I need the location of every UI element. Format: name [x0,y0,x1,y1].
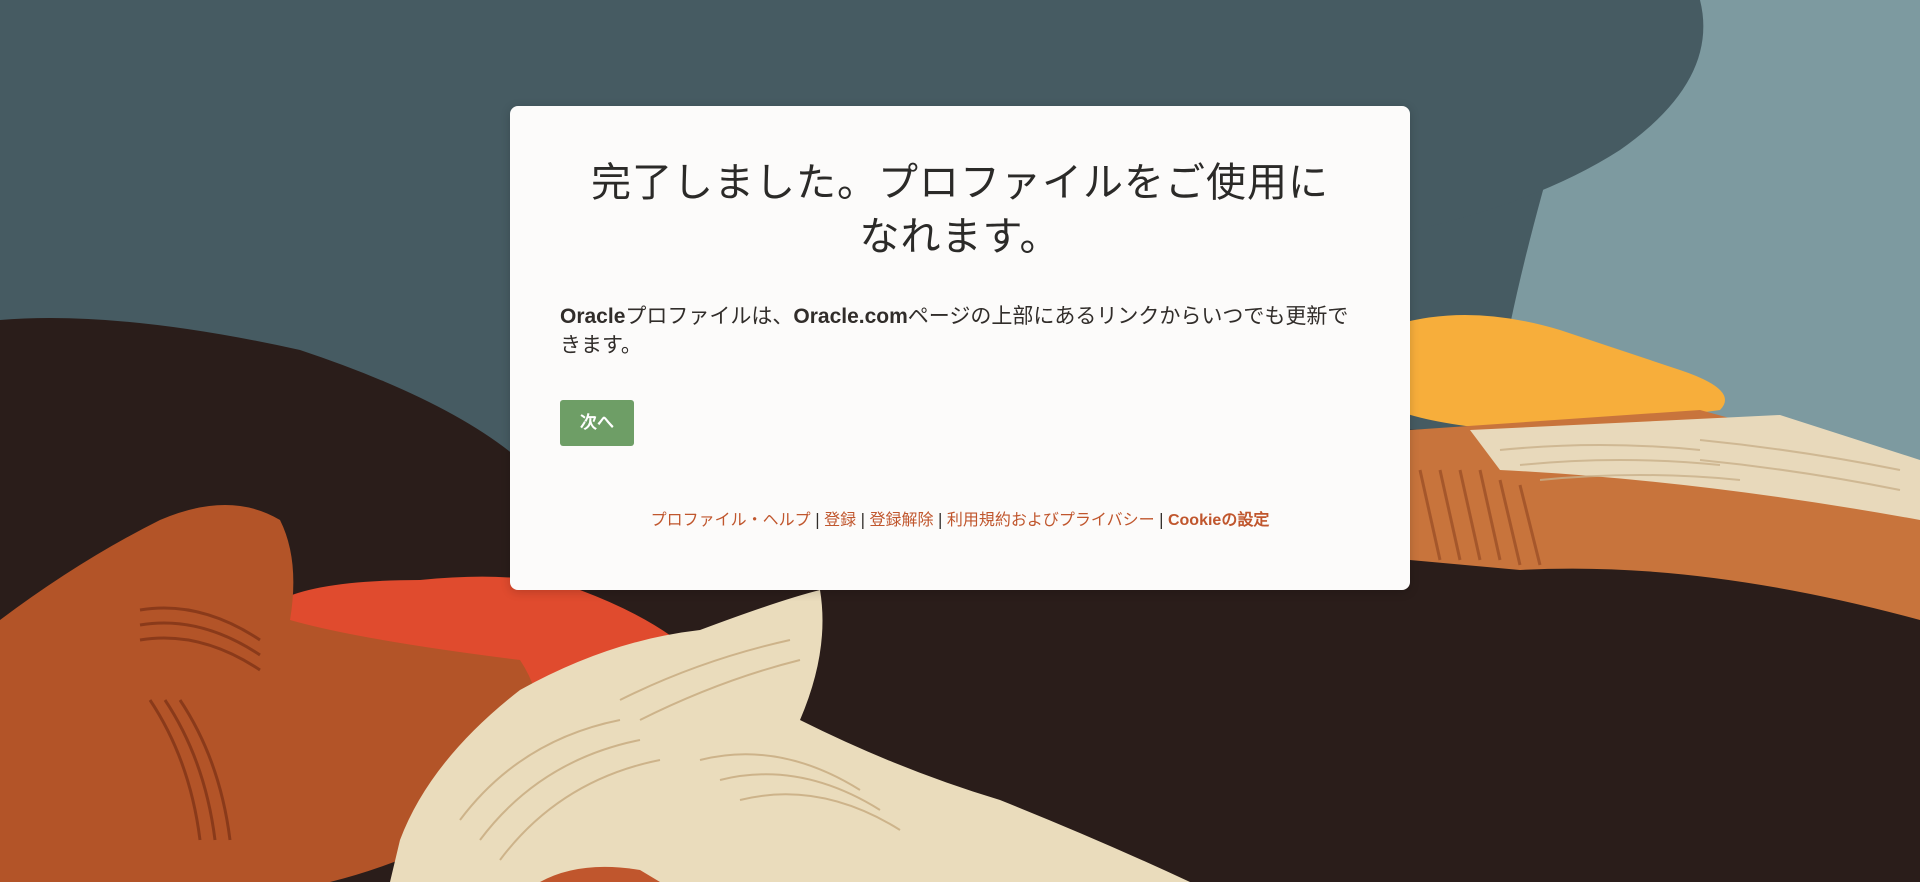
card-description: Oracleプロファイルは、Oracle.comページの上部にあるリンクからいつ… [560,302,1360,360]
link-terms-privacy[interactable]: 利用規約およびプライバシー [947,510,1155,529]
link-separator: | [937,510,943,529]
link-separator: | [1158,510,1164,529]
brand-oracle: Oracle [560,305,626,328]
link-cookie-settings[interactable]: Cookieの設定 [1168,512,1269,529]
description-text-1: プロファイルは、 [625,304,794,328]
page-title: 完了しました。プロファイルをご使用に なれます。 [560,156,1360,264]
link-separator: | [860,510,866,529]
link-profile-help[interactable]: プロファイル・ヘルプ [651,510,811,529]
brand-oracle-com: Oracle.com [793,305,908,328]
confirmation-card: 完了しました。プロファイルをご使用に なれます。 Oracleプロファイルは、O… [510,106,1410,590]
next-button[interactable]: 次へ [560,400,634,446]
link-unregister[interactable]: 登録解除 [869,510,933,529]
footer-links: プロファイル・ヘルプ | 登録 | 登録解除 | 利用規約およびプライバシー | Cookieの… [510,506,1410,530]
page-background: 完了しました。プロファイルをご使用に なれます。 Oracleプロファイルは、O… [0,0,1920,882]
title-line-2: なれます。 [859,214,1061,260]
title-line-1: 完了しました。プロファイルをご使用に [591,160,1329,206]
link-separator: | [814,510,821,529]
link-register[interactable]: 登録 [824,510,856,529]
